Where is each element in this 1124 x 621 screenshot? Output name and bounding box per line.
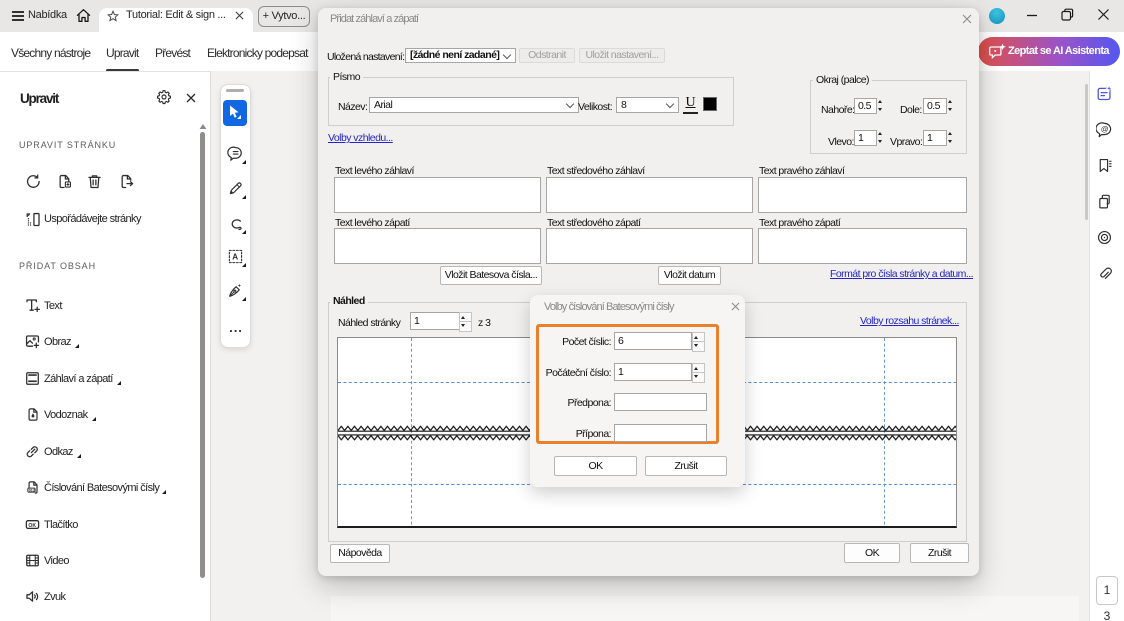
svg-text:A: A	[232, 253, 238, 262]
svg-text:OK: OK	[28, 523, 36, 529]
svg-text:@: @	[1101, 125, 1109, 134]
svg-text:012: 012	[29, 489, 35, 493]
